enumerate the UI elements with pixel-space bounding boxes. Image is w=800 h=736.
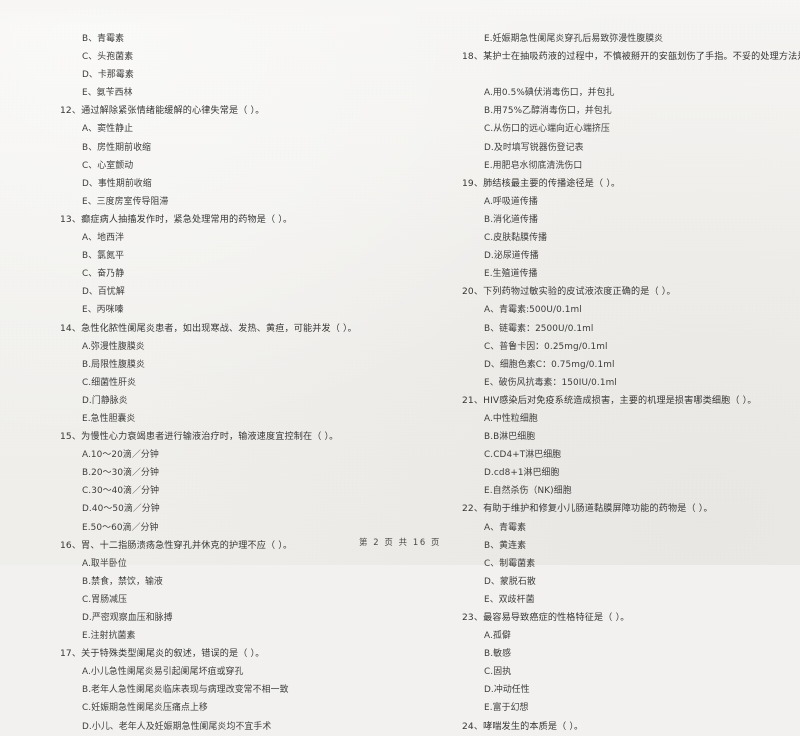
option-item: D、百忧解 (82, 287, 125, 298)
option-item: A、青霉素:500U/0.1ml (484, 305, 582, 316)
option-item: A.10～20滴／分钟 (82, 450, 159, 461)
option-item: B、房性期前收缩 (82, 142, 152, 153)
option-item: C、心室颤动 (82, 160, 134, 171)
question-stem: 19、肺结核最主要的传播途径是（ ）。 (462, 178, 621, 189)
question-block: 17、关于特殊类型阑尾炎的叙述，错误的是（ ）。 A.小儿急性阑尾炎易引起阑尾坏… (60, 645, 392, 735)
question-block: 19、肺结核最主要的传播途径是（ ）。 A.呼吸道传播 B.消化道传播 C.皮肤… (462, 175, 794, 284)
question-stem: 14、急性化脓性阑尾炎患者，如出现寒战、发热、黄疸，可能并发（ ）。 (60, 323, 357, 334)
option-item: A.取半卧位 (82, 558, 127, 569)
left-column: B、青霉素 C、头孢菌素 D、卡那霉素 E、氨苄西林 12、通过解除紧张情绪能缓… (0, 30, 400, 736)
exam-page-columns: B、青霉素 C、头孢菌素 D、卡那霉素 E、氨苄西林 12、通过解除紧张情绪能缓… (0, 30, 800, 736)
option-item: C.固执 (484, 667, 512, 678)
option-item: B.B淋巴细胞 (484, 432, 536, 443)
question-block: 14、急性化脓性阑尾炎患者，如出现寒战、发热、黄疸，可能并发（ ）。 A.弥漫性… (60, 320, 392, 429)
option-item: D、蒙脱石散 (484, 576, 536, 587)
option-item: B、链霉素：2500U/0.1ml (484, 323, 594, 334)
option-item: E.自然杀伤（NK)细胞 (484, 486, 572, 497)
question-block: 24、哮喘发生的本质是（ ）。 (462, 718, 794, 736)
option-item: D、细胞色素C：0.75mg/0.1ml (484, 359, 615, 370)
option-item: E、破伤风抗毒素：150IU/0.1ml (484, 377, 617, 388)
option-item: E.注射抗菌素 (82, 631, 136, 642)
option-item: E.富于幻想 (484, 703, 529, 714)
option-item: E.急性胆囊炎 (82, 413, 136, 424)
right-column: E.妊娠期急性阑尾炎穿孔后易致弥漫性腹膜炎 18、某护士在抽吸药液的过程中，不慎… (400, 30, 800, 736)
option-item: D、事性期前收缩 (82, 178, 152, 189)
question-block: 16、胃、十二指肠溃疡急性穿孔并休克的护理不应（ ）。 A.取半卧位 B.禁食，… (60, 537, 392, 646)
question-block: 12、通过解除紧张情绪能缓解的心律失常是（ ）。 A、窦性静止 B、房性期前收缩… (60, 102, 392, 211)
option-item: D、卡那霉素 (82, 70, 134, 81)
option-item: D.门静脉炎 (82, 395, 128, 406)
option-item: C.妊娠期急性阑尾炎压痛点上移 (82, 703, 208, 714)
option-item: A.弥漫性腹膜炎 (82, 341, 145, 352)
question-stem: 12、通过解除紧张情绪能缓解的心律失常是（ ）。 (60, 106, 265, 117)
option-item: A.呼吸道传播 (484, 196, 538, 207)
option-item: E、氨苄西林 (82, 88, 133, 99)
option-item: E.生殖道传播 (484, 269, 538, 280)
option-item: E、三度房室传导阻滞 (82, 196, 169, 207)
page-footer: 第 2 页 共 16 页 (359, 537, 441, 547)
question-stem: 15、为慢性心力衰竭患者进行输液治疗时，输液速度宜控制在（ ）。 (60, 432, 339, 443)
option-item: B、青霉素 (82, 34, 125, 44)
question-stem: 17、关于特殊类型阑尾炎的叙述，错误的是（ ）。 (60, 649, 265, 660)
option-item: C.细菌性肝炎 (82, 377, 137, 388)
question-block: 20、下列药物过敏实验的皮试液浓度正确的是（ ）。 A、青霉素:500U/0.1… (462, 283, 794, 392)
question-stem: 21、HIV感染后对免疫系统造成损害，主要的机理是损害哪类细胞（ ）。 (462, 395, 757, 406)
question-stem: 24、哮喘发生的本质是（ ）。 (462, 721, 584, 732)
option-item: C、制霉菌素 (484, 558, 536, 569)
option-item: C.皮肤黏膜传播 (484, 233, 548, 244)
option-item: D.严密观察血压和脉搏 (82, 613, 173, 623)
option-item: A.孤僻 (484, 631, 511, 642)
option-item: B.消化道传播 (484, 214, 538, 225)
option-item: E.50～60滴／分钟 (82, 522, 159, 533)
option-item: C、奋乃静 (82, 269, 125, 280)
question-block: 15、为慢性心力衰竭患者进行输液治疗时，输液速度宜控制在（ ）。 A.10～20… (60, 428, 392, 537)
option-item: B.用75%乙醇消毒伤口，并包扎 (484, 106, 612, 117)
option-item: D.40～50滴／分钟 (82, 504, 160, 515)
option-item: E、双歧杆菌 (484, 594, 535, 605)
option-item: D.及时填写锐器伤登记表 (484, 142, 584, 153)
option-item: C.30～40滴／分钟 (82, 486, 160, 497)
option-item: B.禁食，禁饮，输液 (82, 576, 163, 587)
option-item: D.泌尿道传播 (484, 251, 539, 262)
question-stem: 20、下列药物过敏实验的皮试液浓度正确的是（ ）。 (462, 287, 676, 298)
question-block: 13、癫症病人抽搐发作时，紧急处理常用的药物是（ ）。 A、地西泮 B、氯氮平 … (60, 211, 392, 320)
question-block: 18、某护士在抽吸药液的过程中，不慎被掰开的安瓿划伤了手指。不妥的处理方法是（ … (462, 48, 800, 175)
option-item: C.从伤口的远心端向近心端挤压 (484, 124, 610, 135)
option-item: A.用0.5%碘伏消毒伤口，并包扎 (484, 88, 615, 99)
option-item: C.胃肠减压 (82, 594, 128, 605)
question-stem: 18、某护士在抽吸药液的过程中，不慎被掰开的安瓿划伤了手指。不妥的处理方法是（ … (462, 52, 800, 63)
option-item: E.妊娠期急性阑尾炎穿孔后易致弥漫性腹膜炎 (484, 34, 664, 44)
option-item: B、氯氮平 (82, 251, 125, 262)
question-block: 21、HIV感染后对免疫系统造成损害，主要的机理是损害哪类细胞（ ）。 A.中性… (462, 392, 794, 501)
question-stem: 23、最容易导致癌症的性格特征是（ ）。 (462, 613, 630, 623)
option-item: B.20～30滴／分钟 (82, 468, 159, 479)
option-item: D.cd8+1淋巴细胞 (484, 468, 560, 479)
option-item: B.敏感 (484, 649, 512, 660)
option-item: E、丙咪嗪 (82, 305, 124, 316)
option-item: E.用肥皂水彻底清洗伤口 (484, 160, 583, 171)
option-item: A、青霉素 (484, 522, 527, 533)
option-item: C、头孢菌素 (82, 52, 134, 63)
question-block: 23、最容易导致癌症的性格特征是（ ）。 A.孤僻 B.敏感 C.固执 D.冲动… (462, 609, 794, 718)
option-item: D.冲动任性 (484, 685, 530, 696)
question-stem: 22、有助于维护和修复小儿肠道黏膜屏障功能的药物是（ ）。 (462, 504, 713, 515)
option-item: D.小儿、老年人及妊娠期急性阑尾炎均不宜手术 (82, 721, 272, 732)
option-item: C.CD4+T淋巴细胞 (484, 450, 562, 461)
option-item: B.老年人急性阑尾炎临床表现与病理改变常不相一致 (82, 685, 289, 696)
option-item: A.小儿急性阑尾炎易引起阑尾坏疽或穿孔 (82, 667, 244, 678)
option-item: B.局限性腹膜炎 (82, 359, 145, 370)
option-item: A.中性粒细胞 (484, 413, 538, 424)
option-item: C、普鲁卡因：0.25mg/0.1ml (484, 341, 608, 352)
question-stem: 13、癫症病人抽搐发作时，紧急处理常用的药物是（ ）。 (60, 214, 293, 225)
question-block: 22、有助于维护和修复小儿肠道黏膜屏障功能的药物是（ ）。 A、青霉素 B、黄连… (462, 500, 794, 609)
option-item: A、地西泮 (82, 233, 125, 244)
option-item: A、窦性静止 (82, 124, 134, 135)
